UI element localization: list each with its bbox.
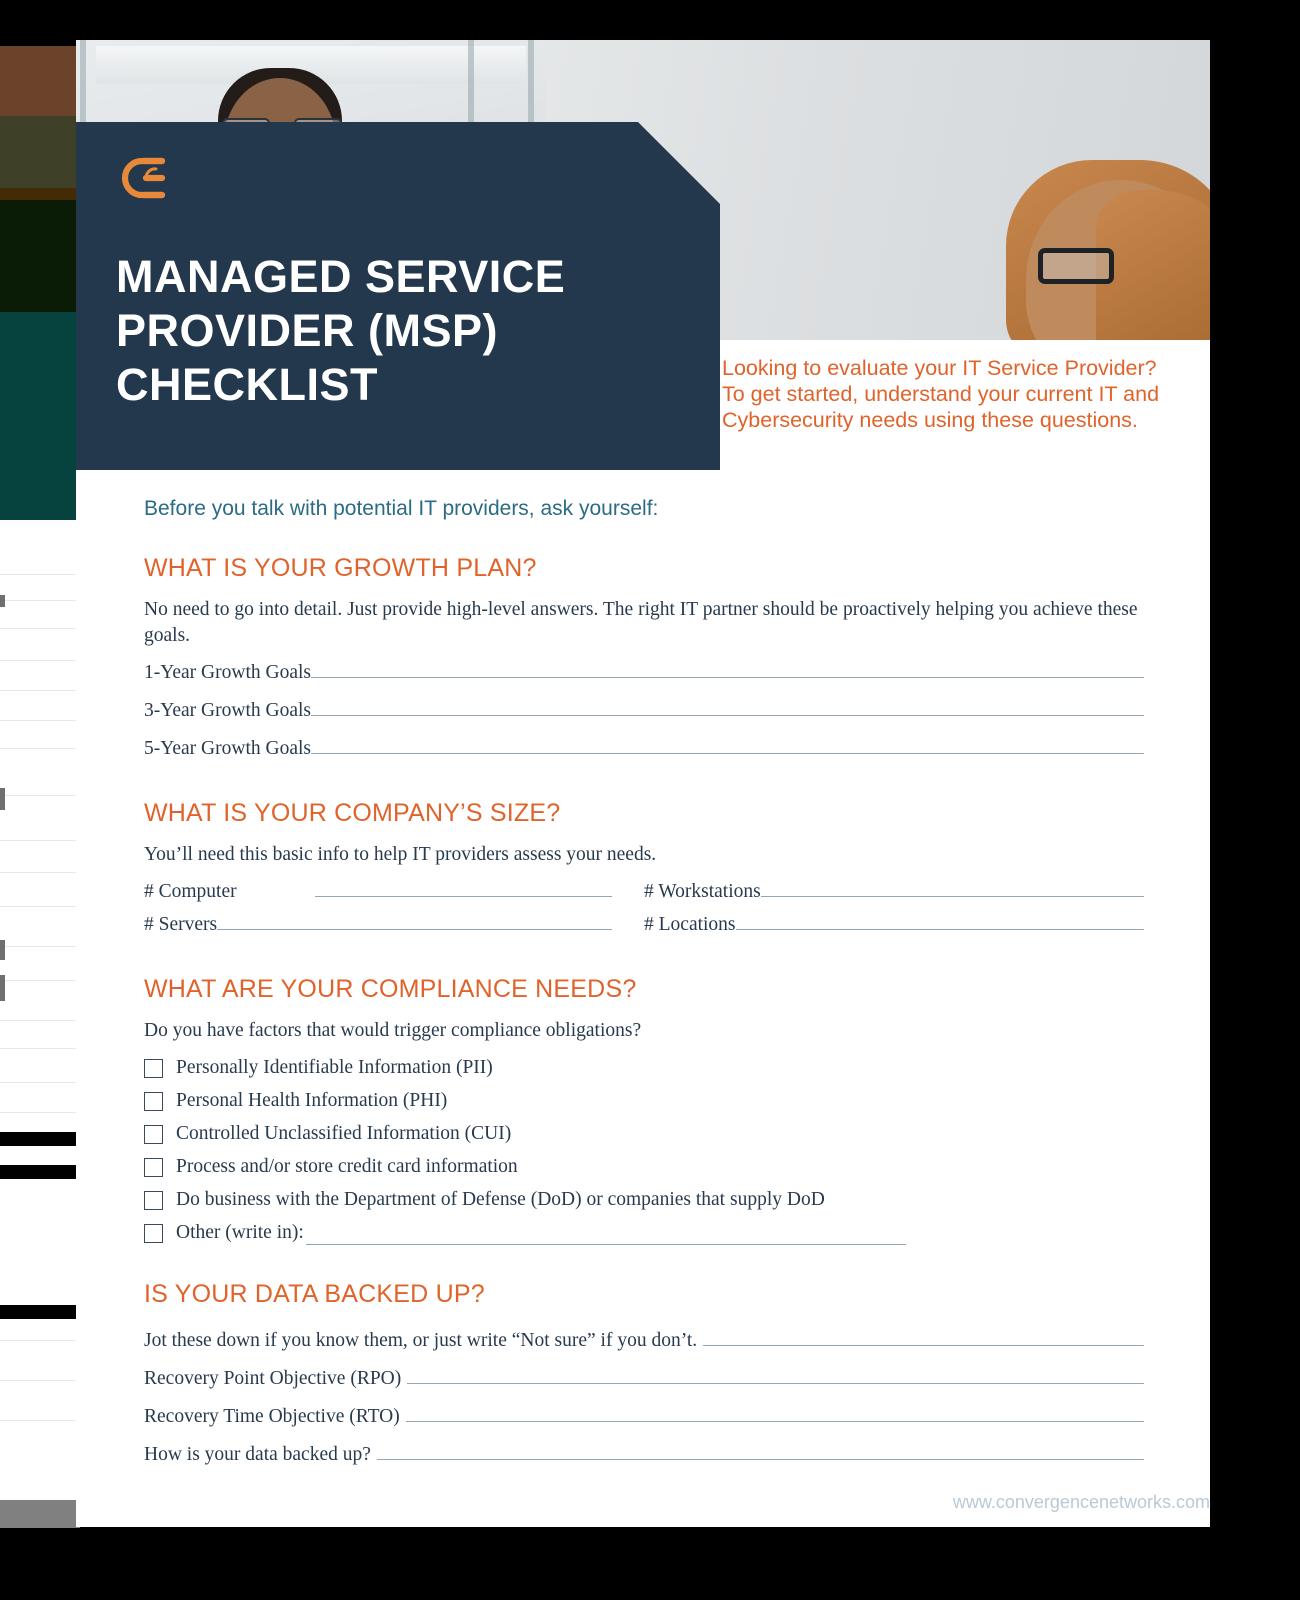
- write-in-line[interactable]: [407, 1361, 1144, 1384]
- field-row[interactable]: How is your data backed up?: [144, 1437, 1144, 1470]
- section-note: Do you have factors that would trigger c…: [144, 1020, 642, 1041]
- field-label: # Locations: [644, 914, 736, 935]
- checkbox-label: Personally Identifiable Information (PII…: [176, 1057, 493, 1078]
- write-in-line[interactable]: [311, 693, 1144, 716]
- field-row[interactable]: 3-Year Growth Goals: [144, 693, 1144, 726]
- section-heading: WHAT IS YOUR COMPANY’S SIZE?: [144, 799, 561, 827]
- field-row[interactable]: # Computer: [144, 874, 644, 907]
- checkbox-label: Other (write in):: [176, 1222, 304, 1243]
- checkbox-label: Controlled Unclassified Information (CUI…: [176, 1123, 512, 1144]
- write-in-line[interactable]: [314, 874, 612, 897]
- section-note: No need to go into detail. Just provide …: [144, 599, 1138, 646]
- field-label: Recovery Time Objective (RTO): [144, 1406, 400, 1427]
- checkbox[interactable]: [144, 1223, 163, 1243]
- field-row[interactable]: # Workstations: [644, 874, 1144, 907]
- footer-website-url[interactable]: www.convergencenetworks.com: [76, 1492, 1210, 1513]
- field-row[interactable]: Recovery Point Objective (RPO): [144, 1361, 1144, 1394]
- checklist-body: Before you talk with potential IT provid…: [144, 495, 1144, 1475]
- checkbox-row-other[interactable]: Other (write in):: [144, 1221, 1144, 1245]
- field-label: # Computer: [144, 881, 237, 902]
- convergence-logo-icon: [116, 152, 172, 208]
- section-company-size: WHAT IS YOUR COMPANY’S SIZE? You’ll need…: [144, 798, 1144, 940]
- field-row[interactable]: 1-Year Growth Goals: [144, 655, 1144, 688]
- section-compliance-needs: WHAT ARE YOUR COMPLIANCE NEEDS? Do you h…: [144, 974, 1144, 1245]
- checkbox-label: Personal Health Information (PHI): [176, 1090, 448, 1111]
- document-page: MANAGED SERVICE PROVIDER (MSP) CHECKLIST…: [76, 40, 1210, 1527]
- section-note: You’ll need this basic info to help IT p…: [144, 844, 657, 865]
- field-label: # Servers: [144, 914, 218, 935]
- checkbox[interactable]: [144, 1058, 163, 1078]
- field-label: 3-Year Growth Goals: [144, 700, 311, 721]
- field-row[interactable]: Jot these down if you know them, or just…: [144, 1323, 1144, 1356]
- write-in-line[interactable]: [405, 1399, 1144, 1422]
- checkbox[interactable]: [144, 1157, 163, 1177]
- write-in-line[interactable]: [735, 907, 1144, 930]
- checkbox-label: Do business with the Department of Defen…: [176, 1189, 825, 1210]
- section-heading: IS YOUR DATA BACKED UP?: [144, 1280, 485, 1308]
- field-row[interactable]: Recovery Time Objective (RTO): [144, 1399, 1144, 1432]
- checkbox-row[interactable]: Personal Health Information (PHI): [144, 1089, 1144, 1113]
- checkbox[interactable]: [144, 1091, 163, 1111]
- checkbox-row[interactable]: Controlled Unclassified Information (CUI…: [144, 1122, 1144, 1146]
- field-row[interactable]: 5-Year Growth Goals: [144, 731, 1144, 764]
- section-heading: WHAT IS YOUR GROWTH PLAN?: [144, 554, 537, 582]
- section-heading: WHAT ARE YOUR COMPLIANCE NEEDS?: [144, 975, 637, 1003]
- body-lead: Before you talk with potential IT provid…: [144, 497, 659, 520]
- field-label: Recovery Point Objective (RPO): [144, 1368, 402, 1389]
- checkbox[interactable]: [144, 1124, 163, 1144]
- write-in-line[interactable]: [760, 874, 1144, 897]
- field-label: # Workstations: [644, 881, 761, 902]
- checkbox-label: Process and/or store credit card informa…: [176, 1156, 518, 1177]
- field-label: 5-Year Growth Goals: [144, 738, 311, 759]
- checkbox-row[interactable]: Personally Identifiable Information (PII…: [144, 1056, 1144, 1080]
- field-label: How is your data backed up?: [144, 1444, 371, 1465]
- field-label: Jot these down if you know them, or just…: [144, 1330, 698, 1351]
- field-row[interactable]: # Servers: [144, 907, 644, 940]
- write-in-line[interactable]: [703, 1323, 1144, 1346]
- checkbox-row[interactable]: Process and/or store credit card informa…: [144, 1155, 1144, 1179]
- section-growth-plan: WHAT IS YOUR GROWTH PLAN? No need to go …: [144, 553, 1144, 764]
- title-block: MANAGED SERVICE PROVIDER (MSP) CHECKLIST: [76, 122, 720, 470]
- background-page-artifact: [0, 0, 80, 1600]
- field-row[interactable]: # Locations: [644, 907, 1144, 940]
- write-in-line[interactable]: [311, 731, 1144, 754]
- write-in-line[interactable]: [305, 1222, 906, 1245]
- write-in-line[interactable]: [311, 655, 1144, 678]
- write-in-line[interactable]: [217, 907, 612, 930]
- section-data-backup: IS YOUR DATA BACKED UP? Jot these down i…: [144, 1279, 1144, 1470]
- field-label: 1-Year Growth Goals: [144, 662, 311, 683]
- checkbox-row[interactable]: Do business with the Department of Defen…: [144, 1188, 1144, 1212]
- intro-paragraph: Looking to evaluate your IT Service Prov…: [722, 356, 1160, 432]
- page-title: MANAGED SERVICE PROVIDER (MSP) CHECKLIST: [116, 251, 566, 410]
- checkbox[interactable]: [144, 1190, 163, 1210]
- write-in-line[interactable]: [376, 1437, 1144, 1460]
